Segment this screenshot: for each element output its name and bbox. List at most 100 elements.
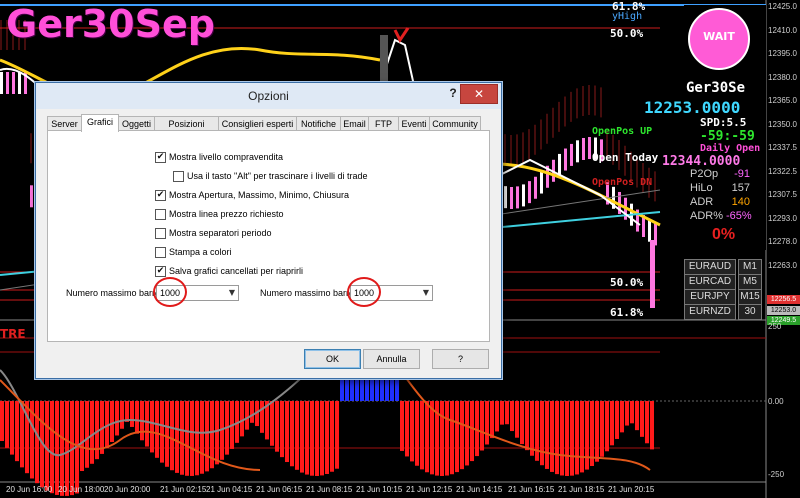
symbol-button[interactable]: EURCAD bbox=[684, 274, 736, 290]
tab-community[interactable]: Community bbox=[429, 116, 481, 131]
histogram-bar bbox=[120, 401, 124, 429]
checkbox-unchecked[interactable] bbox=[173, 171, 184, 182]
tab-email[interactable]: Email bbox=[340, 116, 369, 131]
timeframe-button[interactable]: 30 bbox=[738, 304, 762, 320]
panel-spread: SPD:5.5 bbox=[700, 116, 747, 129]
yhigh-label: yHigh bbox=[612, 11, 643, 22]
histogram-bar bbox=[575, 401, 579, 475]
tab-eventi[interactable]: Eventi bbox=[398, 116, 430, 131]
histogram-bar bbox=[635, 401, 639, 431]
option-label: Mostra Apertura, Massimo, Minimo, Chiusu… bbox=[169, 190, 350, 200]
histogram-bar bbox=[455, 401, 459, 473]
max-bars-label-1: Numero massimo barre bbox=[66, 288, 161, 298]
panel-openpos-dn: OpenPos DN bbox=[592, 177, 653, 188]
tab-notifiche[interactable]: Notifiche bbox=[296, 116, 341, 131]
histogram-bar bbox=[285, 401, 289, 463]
histogram-bar bbox=[525, 401, 529, 451]
option-label: Mostra livello compravendita bbox=[169, 152, 284, 162]
histogram-bar bbox=[215, 401, 219, 465]
candle bbox=[534, 176, 537, 199]
symbol-button[interactable]: EURAUD bbox=[684, 259, 736, 275]
max-bars-label-2: Numero massimo barre bbox=[260, 288, 355, 298]
price-tick: 12322.5 bbox=[768, 166, 797, 176]
histogram-bar bbox=[180, 401, 184, 475]
histogram-bar bbox=[605, 401, 609, 452]
histogram-bar bbox=[205, 401, 209, 472]
histogram-bar bbox=[345, 380, 349, 401]
chevron-down-icon: ▼ bbox=[228, 288, 235, 297]
histogram-bar bbox=[550, 401, 554, 472]
checkbox-unchecked[interactable] bbox=[155, 247, 166, 258]
histogram-bar bbox=[350, 380, 354, 401]
tab-grafici[interactable]: Grafici bbox=[81, 114, 119, 132]
histogram-bar bbox=[645, 401, 649, 444]
option-label: Stampa a colori bbox=[169, 247, 232, 257]
histogram-bar bbox=[330, 401, 334, 472]
histogram-bar bbox=[10, 401, 14, 455]
histogram-bar bbox=[570, 401, 574, 476]
dialog-title: Opzioni bbox=[248, 89, 289, 103]
close-button[interactable]: ✕ bbox=[460, 84, 498, 104]
checkbox-checked[interactable]: ✔ bbox=[155, 152, 166, 163]
gray-candle bbox=[380, 35, 388, 83]
candle bbox=[582, 137, 585, 160]
time-tick: 21 Jun 02:15 bbox=[160, 485, 207, 494]
panel-timer: -59:-59 bbox=[700, 129, 755, 144]
tab-ftp[interactable]: FTP bbox=[368, 116, 399, 131]
ok-button[interactable]: OK bbox=[304, 349, 361, 369]
checkbox-checked[interactable]: ✔ bbox=[155, 266, 166, 277]
histogram-bar bbox=[35, 401, 39, 484]
histogram-bar bbox=[310, 401, 314, 476]
price-tick: 12425.0 bbox=[768, 2, 797, 11]
price-tick: 12293.0 bbox=[768, 213, 797, 223]
histogram-bar bbox=[185, 401, 189, 476]
stat-label: HiLo bbox=[690, 182, 713, 194]
candle bbox=[648, 219, 651, 242]
timeframe-button[interactable]: M5 bbox=[738, 274, 762, 290]
histogram-bar bbox=[465, 401, 469, 466]
histogram-bar bbox=[650, 401, 654, 450]
histogram-bar bbox=[55, 401, 59, 495]
time-tick: 21 Jun 08:15 bbox=[306, 485, 353, 494]
candle bbox=[522, 184, 525, 207]
checkbox-checked[interactable]: ✔ bbox=[155, 190, 166, 201]
candle bbox=[588, 137, 591, 160]
histogram-bar bbox=[295, 401, 299, 470]
checkbox-unchecked[interactable] bbox=[155, 209, 166, 220]
panel-openpos-up: OpenPos UP bbox=[592, 126, 653, 137]
highlight-circle bbox=[347, 277, 381, 307]
timeframe-button[interactable]: M1 bbox=[738, 259, 762, 275]
histogram-bar bbox=[275, 401, 279, 452]
time-tick: 21 Jun 12:15 bbox=[406, 485, 453, 494]
panel-price: 12253.0000 bbox=[644, 98, 741, 117]
histogram-bar bbox=[620, 401, 624, 433]
symbol-button[interactable]: EURJPY bbox=[684, 289, 736, 305]
histogram-bar bbox=[325, 401, 329, 474]
histogram-bar bbox=[290, 401, 294, 467]
checkbox-unchecked[interactable] bbox=[155, 228, 166, 239]
timeframe-button[interactable]: M15 bbox=[738, 289, 762, 305]
candle bbox=[528, 181, 531, 204]
tab-consiglieri-esperti[interactable]: Consiglieri esperti bbox=[218, 116, 297, 131]
tab-oggetti[interactable]: Oggetti bbox=[118, 116, 155, 131]
histogram-bar bbox=[320, 401, 324, 476]
time-tick: 20 Jun 16:00 bbox=[6, 485, 53, 494]
histogram-bar bbox=[530, 401, 534, 456]
histogram-bar bbox=[510, 401, 514, 432]
histogram-bar bbox=[600, 401, 604, 457]
histogram-bar bbox=[365, 380, 369, 401]
chevron-down-icon: ▼ bbox=[422, 288, 429, 297]
histogram-bar bbox=[425, 401, 429, 473]
symbol-button[interactable]: EURNZD bbox=[684, 304, 736, 320]
histogram-bar bbox=[60, 401, 64, 496]
cancel-button[interactable]: Annulla bbox=[363, 349, 420, 369]
price-tick: 12263.0 bbox=[768, 260, 797, 270]
tab-posizioni-aperte[interactable]: Posizioni aperte bbox=[154, 116, 219, 143]
histogram-bar bbox=[280, 401, 284, 458]
titlebar-help-button[interactable]: ? bbox=[446, 86, 460, 102]
candle bbox=[6, 72, 9, 94]
histogram-bar bbox=[595, 401, 599, 462]
histogram-bar bbox=[440, 401, 444, 476]
tab-server[interactable]: Server bbox=[47, 116, 82, 131]
help-button[interactable]: ? bbox=[432, 349, 489, 369]
